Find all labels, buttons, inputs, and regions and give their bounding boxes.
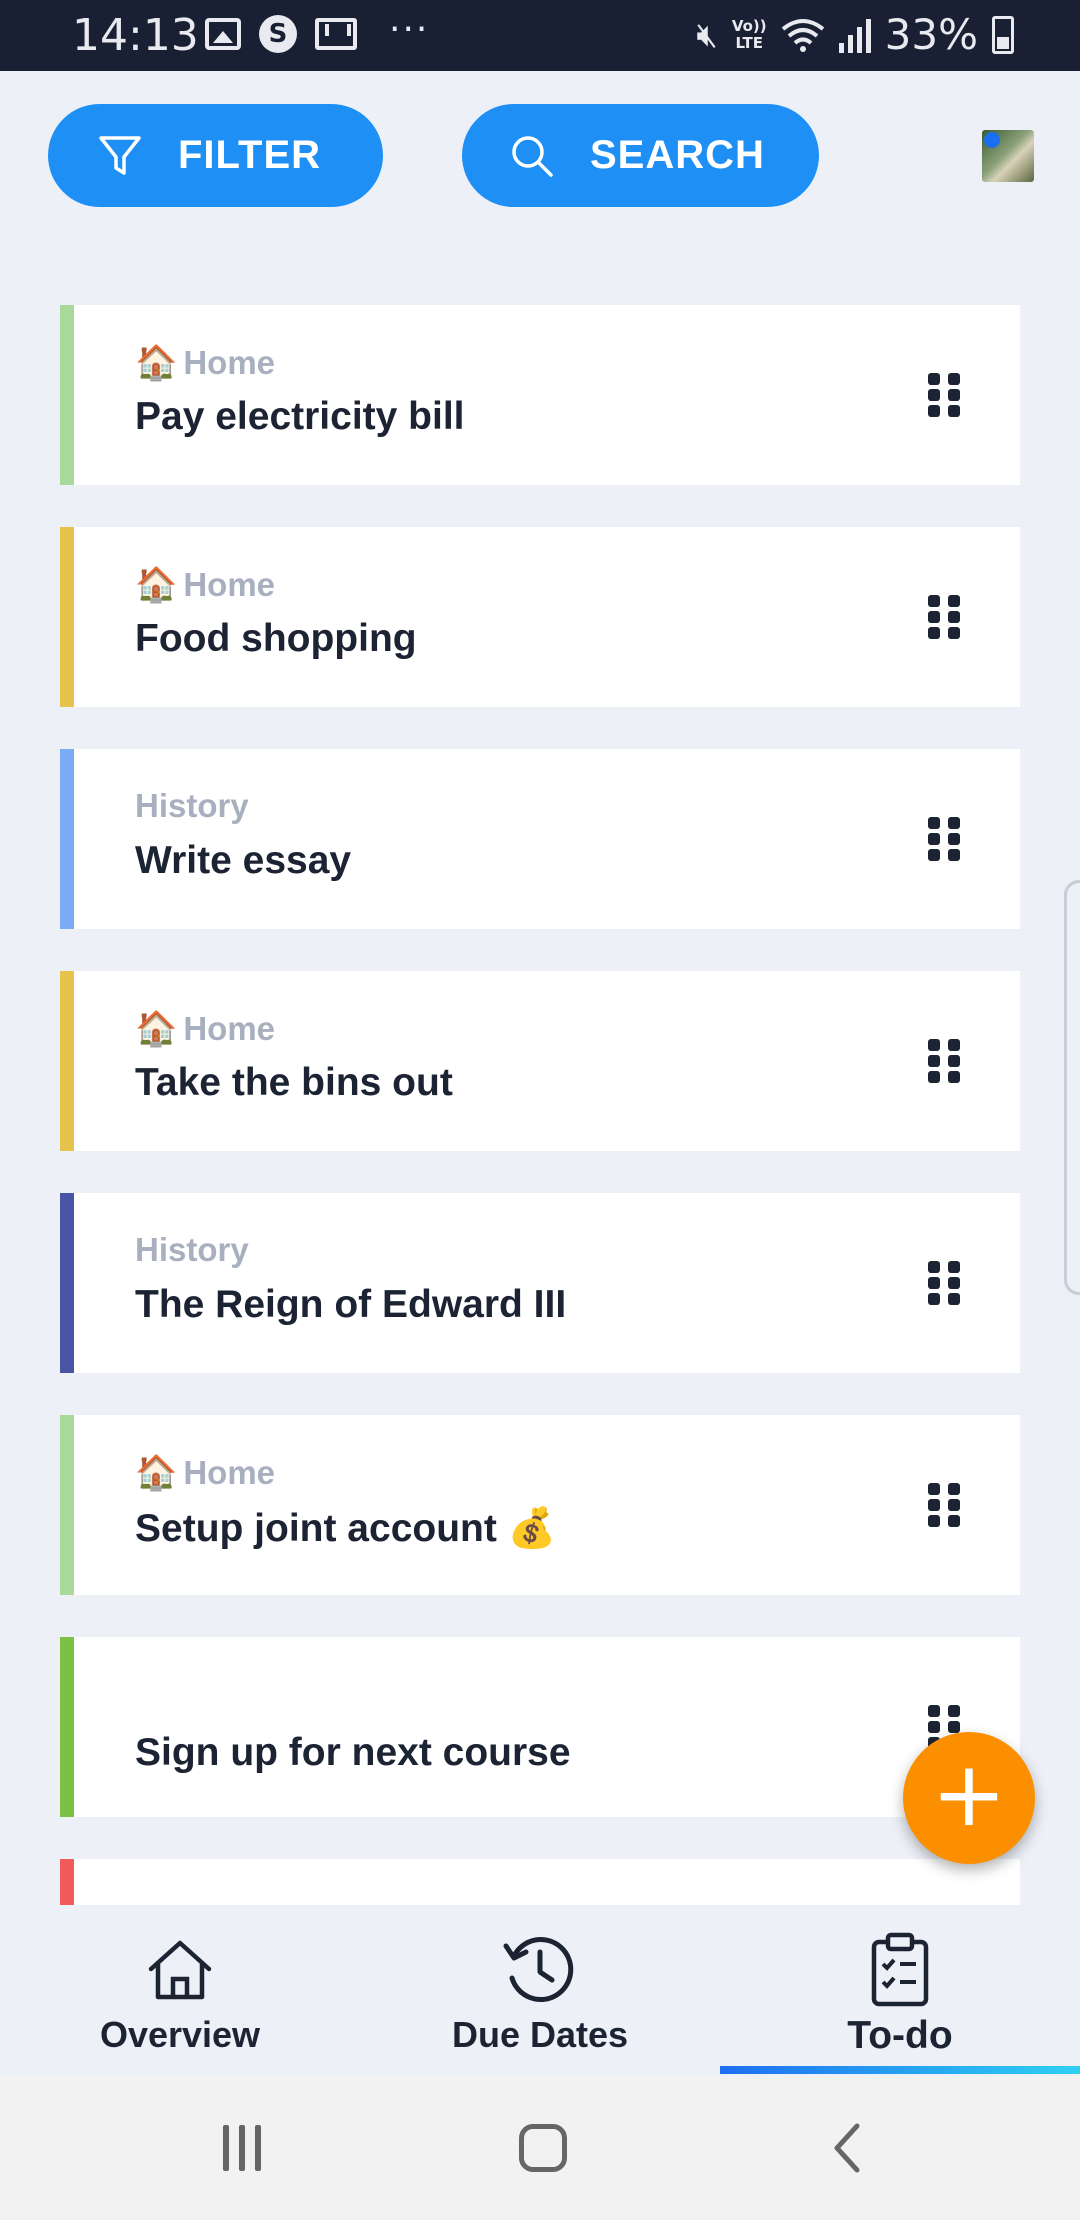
nav-item-to-do[interactable]: To-do <box>750 1930 1050 2058</box>
task-category: 🏠 Home <box>135 344 276 382</box>
wifi-icon <box>781 18 824 52</box>
filter-icon <box>90 126 150 186</box>
avatar[interactable] <box>982 130 1034 182</box>
task-category: History <box>135 1231 249 1268</box>
clipboard-checklist-icon <box>860 1930 940 2010</box>
gallery-icon <box>205 18 241 50</box>
house-icon: 🏠 <box>135 344 178 382</box>
task-list: 🏠 Home Pay electricity bill 🏠 Home Food sh… <box>60 305 1020 1905</box>
plus-icon: + <box>931 1742 1007 1847</box>
battery-percent: 33% <box>884 10 978 59</box>
task-card[interactable] <box>60 1859 1020 1905</box>
nav-label: Overview <box>99 2014 261 2055</box>
filter-label: FILTER <box>178 133 322 177</box>
back-button[interactable] <box>822 2120 872 2176</box>
search-button[interactable]: SEARCH <box>462 104 819 207</box>
task-title: Setup joint account 💰 <box>135 1507 557 1550</box>
search-label: SEARCH <box>590 133 765 177</box>
task-color-bar <box>60 1859 74 1905</box>
more-notifications-icon: ··· <box>389 8 430 50</box>
nav-item-overview[interactable]: Overview <box>30 1930 330 2056</box>
house-icon: 🏠 <box>135 1454 178 1492</box>
drag-handle-icon[interactable] <box>928 595 960 639</box>
task-color-bar <box>60 527 74 707</box>
drag-handle-icon[interactable] <box>928 1483 960 1527</box>
search-icon <box>502 126 562 186</box>
recent-apps-button[interactable] <box>216 2120 268 2176</box>
nav-label: Due Dates <box>451 2014 629 2055</box>
task-category: 🏠 Home <box>135 566 276 604</box>
home-icon <box>140 1930 220 2010</box>
notification-icons: S ··· <box>205 9 429 53</box>
task-category: 🏠 Home <box>135 1454 276 1492</box>
task-color-bar <box>60 1415 74 1595</box>
task-card[interactable]: History Write essay <box>60 749 1020 929</box>
task-color-bar <box>60 749 74 929</box>
side-panel-handle[interactable] <box>1064 880 1080 1295</box>
task-title: Take the bins out <box>135 1061 453 1104</box>
task-category: History <box>135 787 249 824</box>
task-color-bar <box>60 1637 74 1817</box>
drag-handle-icon[interactable] <box>928 373 960 417</box>
skype-icon: S <box>259 15 297 53</box>
status-time: 14:13 <box>72 10 199 61</box>
house-icon: 🏠 <box>135 566 178 604</box>
task-title: Pay electricity bill <box>135 395 465 438</box>
task-color-bar <box>60 305 74 485</box>
task-title: Write essay <box>135 839 352 882</box>
task-title: The Reign of Edward III <box>135 1283 567 1326</box>
add-task-button[interactable]: + <box>903 1732 1035 1864</box>
drag-handle-icon[interactable] <box>928 817 960 861</box>
home-button[interactable] <box>518 2120 568 2176</box>
active-tab-indicator <box>720 2066 1080 2074</box>
filter-button[interactable]: FILTER <box>48 104 383 207</box>
mail-icon <box>315 18 357 50</box>
task-category: 🏠 Home <box>135 1010 276 1048</box>
drag-handle-icon[interactable] <box>928 1039 960 1083</box>
house-icon: 🏠 <box>135 1010 178 1048</box>
task-card[interactable]: 🏠 Home Pay electricity bill <box>60 305 1020 485</box>
task-title: Food shopping <box>135 617 417 660</box>
task-title: Sign up for next course <box>135 1731 571 1774</box>
history-clock-icon <box>500 1930 580 2010</box>
task-card[interactable]: History The Reign of Edward III <box>60 1193 1020 1373</box>
nav-item-due-dates[interactable]: Due Dates <box>390 1930 690 2056</box>
system-nav-bar <box>0 2076 1080 2220</box>
mute-icon: 🔇︎ <box>696 14 718 55</box>
task-card[interactable]: 🏠 Home Take the bins out <box>60 971 1020 1151</box>
system-status-icons: 🔇︎ Vo)) LTE 33% <box>696 10 1014 59</box>
bottom-nav: Overview Due Dates To-do <box>0 1906 1080 2076</box>
drag-handle-icon[interactable] <box>928 1261 960 1305</box>
signal-icon <box>838 17 871 53</box>
task-color-bar <box>60 1193 74 1373</box>
task-card[interactable]: Sign up for next course <box>60 1637 1020 1817</box>
volte-icon: Vo)) LTE <box>731 16 767 52</box>
status-bar: 14:13 S ··· 🔇︎ Vo)) LTE 33% <box>0 0 1080 71</box>
battery-icon <box>992 15 1014 54</box>
task-color-bar <box>60 971 74 1151</box>
task-card[interactable]: 🏠 Home Setup joint account 💰 <box>60 1415 1020 1595</box>
task-card[interactable]: 🏠 Home Food shopping <box>60 527 1020 707</box>
nav-label: To-do <box>847 2014 953 2057</box>
